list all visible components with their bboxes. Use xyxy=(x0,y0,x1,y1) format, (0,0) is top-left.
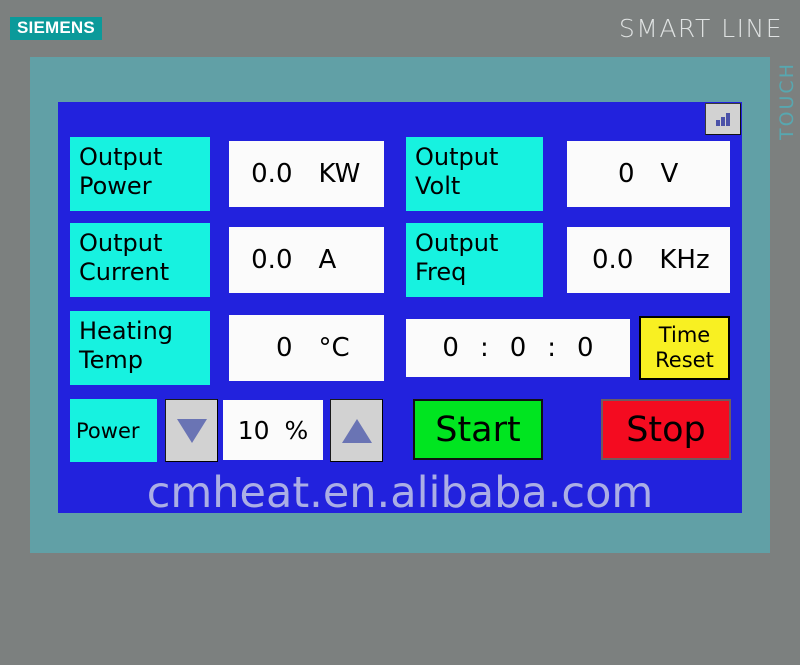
value-output-freq[interactable]: 0.0 KHz xyxy=(567,227,730,293)
bar-chart-button[interactable] xyxy=(705,103,741,135)
value-number: 0.0 xyxy=(251,245,293,275)
value-number: 0.0 xyxy=(592,245,634,275)
power-percent-number: 10 xyxy=(237,415,270,445)
siemens-logo: SIEMENS xyxy=(10,17,102,40)
hmi-screen: Output Power 0.0 KW Output Volt 0 V Outp… xyxy=(58,102,742,518)
timer-minutes: 0 xyxy=(509,333,527,363)
timer-seconds: 0 xyxy=(577,333,594,363)
timer-separator-2: : xyxy=(547,333,557,363)
label-line-2: Freq xyxy=(415,258,467,286)
row-output-power-volt: Output Power 0.0 KW Output Volt 0 V xyxy=(58,137,742,211)
label-line-2: Current xyxy=(79,258,170,286)
value-number: 0.0 xyxy=(251,159,293,189)
label-heating-temp: Heating Temp xyxy=(70,311,210,385)
watermark: cmheat.en.alibaba.com xyxy=(146,468,654,518)
value-number: 0 xyxy=(275,333,293,363)
time-reset-line-1: Time xyxy=(658,323,711,347)
value-unit: V xyxy=(660,159,679,189)
time-reset-button[interactable]: Time Reset xyxy=(639,316,730,380)
triangle-down-icon xyxy=(176,418,207,443)
power-percent-unit: % xyxy=(284,415,309,445)
row-output-current-freq: Output Current 0.0 A Output Freq 0.0 KHz xyxy=(58,223,742,297)
timer-hours: 0 xyxy=(442,333,459,363)
value-output-current[interactable]: 0.0 A xyxy=(229,227,384,293)
label-line-1: Output xyxy=(79,229,163,257)
label-line-1: Heating xyxy=(79,317,174,345)
value-number: 0 xyxy=(617,159,635,189)
power-increment-button[interactable] xyxy=(330,399,383,462)
value-unit: °C xyxy=(318,333,350,363)
screenshot-root: SIEMENS SMART LINE TOUCH Output Power 0.… xyxy=(0,0,800,665)
label-output-volt: Output Volt xyxy=(406,137,543,211)
power-percent-value[interactable]: 10 % xyxy=(223,400,323,460)
row-heating-temp-timer: Heating Temp 0 °C 0 : 0 : 0 Time Reset xyxy=(58,311,742,385)
label-output-power: Output Power xyxy=(70,137,210,211)
start-button[interactable]: Start xyxy=(413,399,543,460)
label-line-2: Temp xyxy=(79,346,143,374)
label-output-current: Output Current xyxy=(70,223,210,297)
product-line-label: SMART LINE xyxy=(618,14,783,43)
triangle-up-icon xyxy=(341,418,372,443)
value-heating-temp[interactable]: 0 °C xyxy=(229,315,384,381)
row-power-controls: Power 10 % Start Stop xyxy=(58,399,742,471)
label-line-2: Power xyxy=(79,172,152,200)
label-line-2: Volt xyxy=(415,172,461,200)
brand-bar: SIEMENS SMART LINE xyxy=(0,0,800,56)
label-line-1: Output xyxy=(415,229,499,257)
label-output-freq: Output Freq xyxy=(406,223,543,297)
timer-display[interactable]: 0 : 0 : 0 xyxy=(406,319,630,377)
stop-button[interactable]: Stop xyxy=(601,399,731,460)
timer-separator-1: : xyxy=(479,333,489,363)
label-power: Power xyxy=(70,399,157,462)
time-reset-line-2: Reset xyxy=(655,348,714,372)
value-unit: KW xyxy=(318,159,361,189)
power-decrement-button[interactable] xyxy=(165,399,218,462)
value-output-volt[interactable]: 0 V xyxy=(567,141,730,207)
value-output-power[interactable]: 0.0 KW xyxy=(229,141,384,207)
label-line-1: Output xyxy=(79,143,163,171)
label-line-1: Output xyxy=(415,143,499,171)
value-unit: KHz xyxy=(659,245,710,275)
bar-chart-icon xyxy=(715,112,730,126)
touch-label: TOUCH xyxy=(776,62,798,141)
value-unit: A xyxy=(318,245,337,275)
